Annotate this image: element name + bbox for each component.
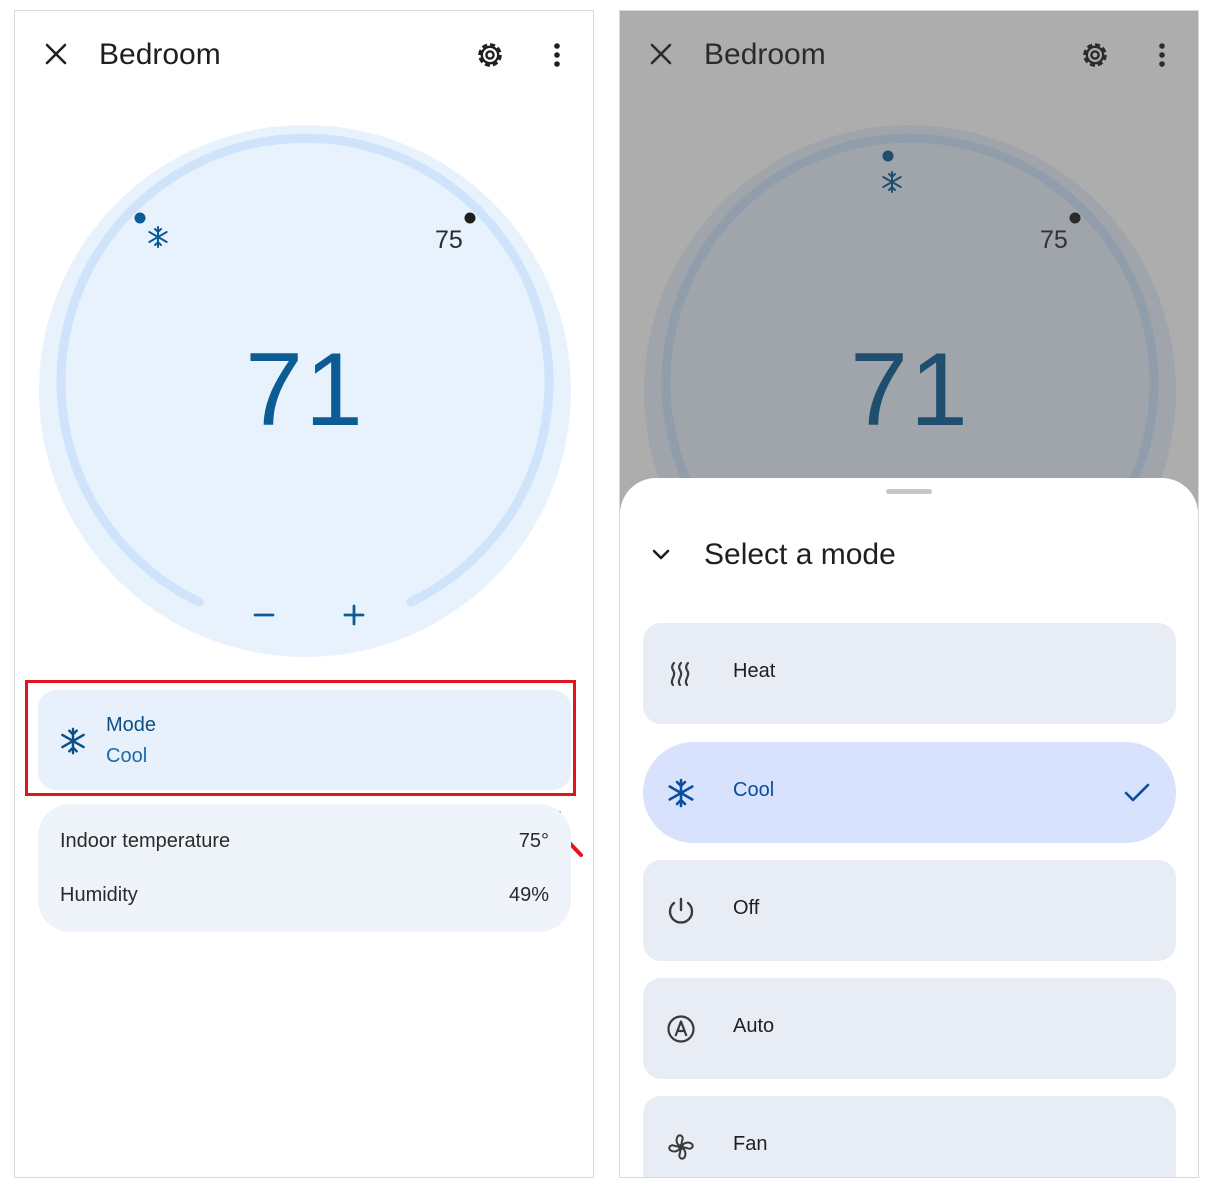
mode-option-fan[interactable]: Fan [643,1096,1176,1177]
chevron-down-icon[interactable] [646,540,676,570]
mode-option-label: Auto [733,1015,775,1037]
current-temperature: 71 [245,332,365,448]
mode-option-label: Cool [733,779,775,801]
close-icon[interactable] [41,39,71,69]
page-title: Bedroom [99,38,221,71]
increase-temp-button[interactable] [334,595,374,635]
info-card: Indoor temperature 75° Humidity 49% [38,804,571,932]
power-icon [668,897,694,924]
setpoint-label: 75 [435,226,463,254]
heat-icon [670,661,690,687]
thermostat-screen: Bedroom 75 71 Mode Cool Indoor temperatu… [14,10,594,1178]
fan-icon [668,1134,694,1160]
thermostat-screen-mode-sheet: Bedroom 75 71 Select a mode Heat Cool Of… [619,10,1199,1178]
info-value: 49% [508,884,549,906]
mode-option-heat[interactable]: Heat [643,623,1176,724]
mode-option-cool[interactable]: Cool [643,742,1176,843]
sheet-drag-handle[interactable] [886,489,932,494]
decrease-temp-button[interactable] [244,595,284,635]
annotation-highlight-box [25,680,576,796]
sheet-title: Select a mode [704,538,896,571]
mode-option-label: Off [733,897,760,919]
temperature-dial[interactable]: 75 71 [39,125,571,657]
info-label: Indoor temperature [60,830,231,852]
more-vert-icon[interactable] [545,39,569,71]
mode-option-auto[interactable]: Auto [643,978,1176,1079]
auto-icon [667,1015,695,1043]
settings-gear-icon[interactable] [473,38,507,72]
mode-option-label: Heat [733,660,776,682]
info-label: Humidity [60,884,138,906]
snowflake-icon [668,778,694,808]
mode-option-off[interactable]: Off [643,860,1176,961]
checkmark-icon [1124,783,1150,802]
mode-bottom-sheet: Select a mode Heat Cool Off Auto Fan [620,478,1198,1177]
mode-option-label: Fan [733,1133,768,1155]
info-value: 75° [518,830,549,852]
